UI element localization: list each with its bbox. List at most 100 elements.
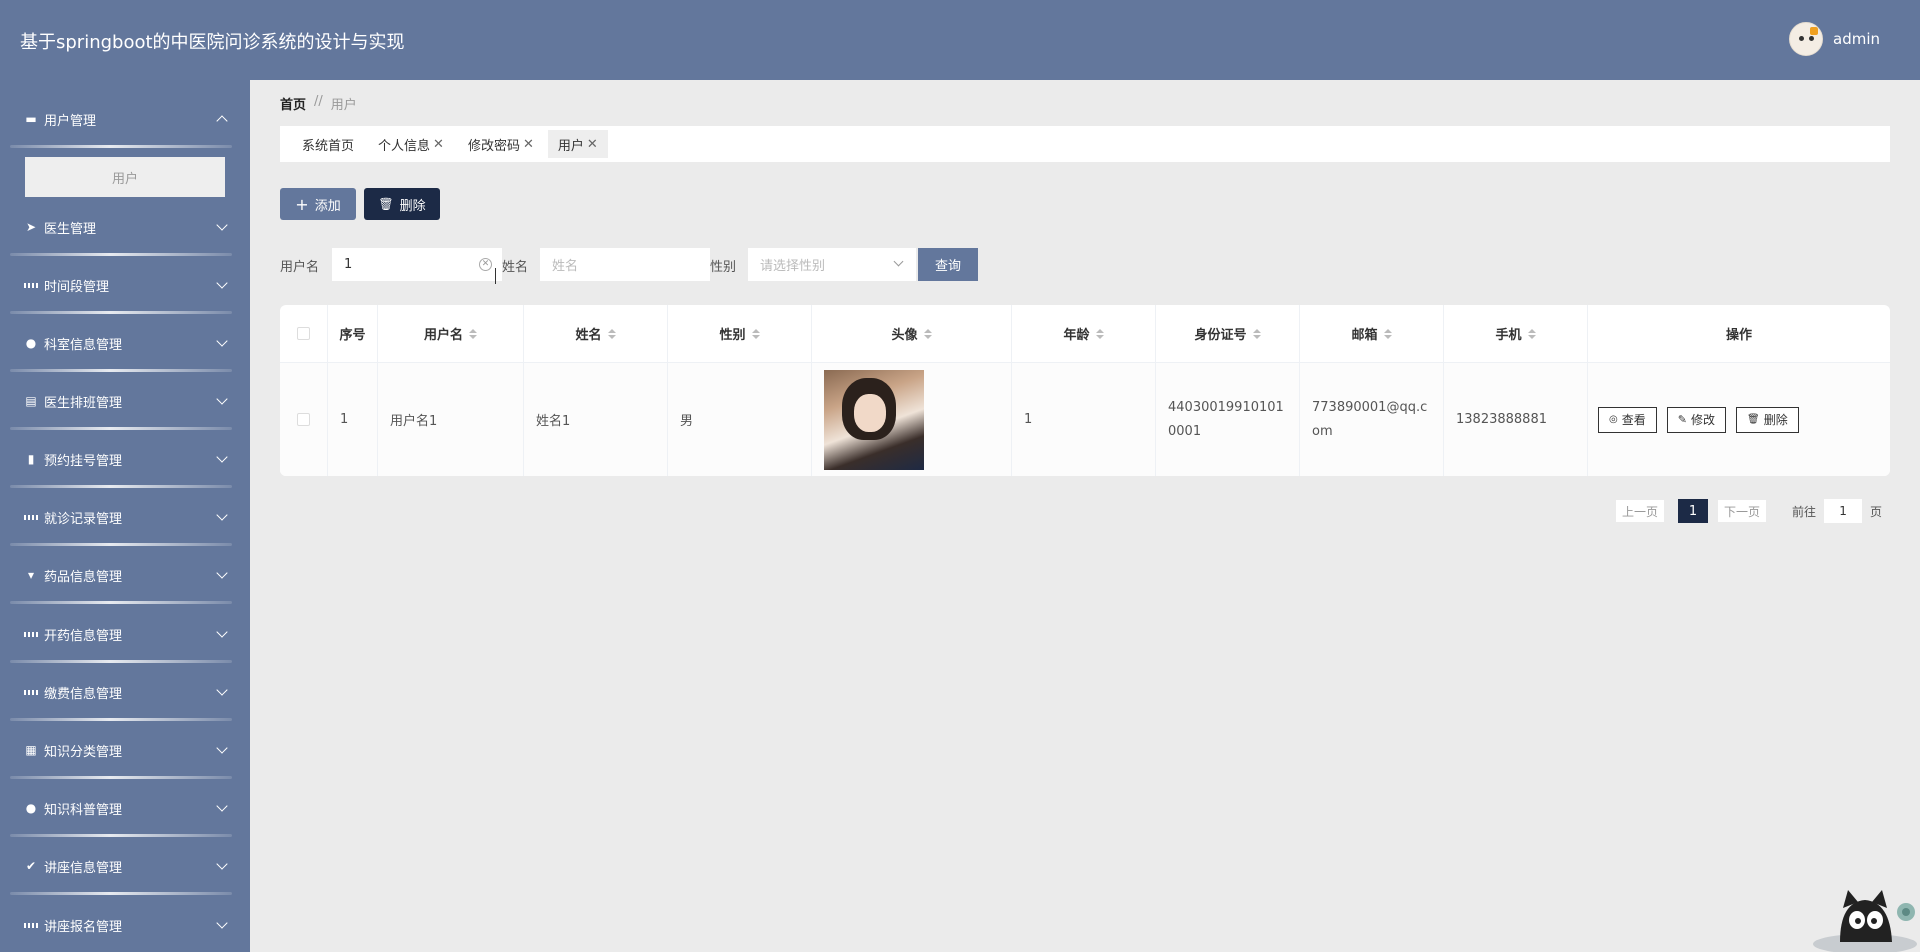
prev-page-button[interactable]: 上一页	[1616, 500, 1665, 522]
chevron-down-icon	[216, 219, 228, 231]
user-menu[interactable]: admin	[1789, 22, 1880, 56]
user-avatar-image[interactable]	[824, 369, 924, 470]
page-number-current[interactable]: 1	[1678, 499, 1709, 523]
column-header-label: 邮箱	[1351, 328, 1378, 343]
menu-divider	[10, 660, 232, 663]
id-number-line: 44030019910101	[1168, 399, 1284, 415]
column-header-label: 操作	[1725, 328, 1752, 343]
row-checkbox[interactable]	[297, 413, 310, 426]
sidebar-item-knowledge-article-management[interactable]: ● 知识科普管理	[0, 783, 250, 833]
username-label[interactable]: admin	[1833, 30, 1880, 48]
row-delete-button[interactable]: 🗑 删除	[1735, 406, 1799, 433]
next-page-button[interactable]: 下一页	[1718, 500, 1767, 522]
chevron-down-icon	[216, 742, 228, 754]
sidebar-item-label: 讲座信息管理	[44, 860, 123, 876]
chevron-down-icon	[216, 626, 228, 638]
tab-change-password[interactable]: 修改密码 ✕	[458, 130, 544, 158]
sort-icon[interactable]	[1383, 328, 1392, 339]
mascot-cat-icon	[1813, 890, 1917, 952]
column-header-name[interactable]: 姓名	[524, 305, 668, 362]
cell-index: 1	[328, 363, 378, 476]
menu-divider	[10, 776, 232, 779]
breadcrumb-current: 用户	[330, 98, 357, 113]
add-button[interactable]: + 添加	[280, 188, 356, 220]
app-title: 基于springboot的中医院问诊系统的设计与实现	[20, 32, 405, 53]
chat-icon: ▬	[25, 112, 37, 126]
edit-button-label: 修改	[1690, 413, 1715, 427]
sort-icon[interactable]	[607, 328, 616, 339]
menu-divider	[10, 834, 232, 837]
sidebar-item-prescription-management[interactable]: 开药信息管理	[0, 609, 250, 659]
sidebar-item-label: 医生排班管理	[44, 395, 123, 411]
clipboard-icon: ✔	[25, 859, 37, 873]
tab-home[interactable]: 系统首页	[292, 130, 364, 158]
sidebar-item-visit-record-management[interactable]: 就诊记录管理	[0, 492, 250, 542]
column-header-index: 序号	[328, 305, 378, 362]
sidebar-item-medicine-management[interactable]: ▾ 药品信息管理	[0, 550, 250, 600]
sidebar-item-time-slot-management[interactable]: 时间段管理	[0, 260, 250, 310]
sort-icon[interactable]	[923, 328, 932, 339]
sidebar-item-payment-management[interactable]: 缴费信息管理	[0, 667, 250, 717]
username-label: 用户名	[280, 260, 320, 275]
tab-user[interactable]: 用户 ✕	[547, 130, 608, 158]
column-header-username[interactable]: 用户名	[378, 305, 524, 362]
user-icon: ●	[25, 801, 37, 815]
eye-icon: ◎	[1609, 414, 1618, 425]
sort-icon[interactable]	[751, 328, 760, 339]
page-unit-label: 页	[1870, 504, 1883, 519]
edit-button[interactable]: ✎ 修改	[1666, 406, 1726, 433]
name-input[interactable]: 姓名	[540, 248, 710, 281]
sidebar-item-lecture-signup-management[interactable]: 讲座报名管理	[0, 900, 250, 950]
breadcrumb-home[interactable]: 首页	[280, 94, 306, 113]
chevron-down-icon	[216, 509, 228, 521]
sort-icon[interactable]	[469, 328, 477, 339]
sort-icon[interactable]	[1252, 328, 1261, 339]
sidebar-subitem-user[interactable]: 用户	[25, 157, 225, 197]
cell-actions: ◎ 查看 ✎ 修改 🗑 删除	[1588, 363, 1890, 476]
sidebar-item-appointment-management[interactable]: ▮ 预约挂号管理	[0, 434, 250, 484]
cell-gender: 男	[668, 363, 812, 476]
tab-profile[interactable]: 个人信息 ✕	[368, 130, 454, 158]
chevron-down-icon	[893, 256, 904, 267]
column-header-id-number[interactable]: 身份证号	[1156, 305, 1300, 362]
sidebar-item-lecture-management[interactable]: ✔ 讲座信息管理	[0, 841, 250, 891]
sidebar-item-user-management[interactable]: ▬ 用户管理	[0, 94, 250, 144]
chevron-down-icon	[216, 393, 228, 405]
cell-avatar	[812, 363, 1012, 476]
row-delete-button-label: 删除	[1763, 413, 1788, 427]
column-header-avatar[interactable]: 头像	[812, 305, 1012, 362]
column-header-gender[interactable]: 性别	[668, 305, 812, 362]
select-all-checkbox[interactable]	[297, 327, 310, 340]
username-input[interactable]: 1 ✕	[332, 248, 502, 281]
grid-icon	[24, 918, 38, 932]
clear-icon[interactable]: ✕	[479, 258, 492, 271]
menu-divider	[10, 427, 232, 430]
column-header-age[interactable]: 年龄	[1012, 305, 1156, 362]
close-icon[interactable]: ✕	[587, 137, 598, 152]
delete-button[interactable]: 🗑 删除	[364, 188, 440, 220]
goto-page-input[interactable]: 1	[1824, 499, 1863, 523]
sort-icon[interactable]	[1095, 328, 1104, 339]
view-button[interactable]: ◎ 查看	[1598, 406, 1657, 433]
query-button[interactable]: 查询	[918, 248, 978, 281]
bar-chart-icon: ▮	[27, 452, 35, 466]
header-checkbox-cell	[280, 305, 328, 362]
close-icon[interactable]: ✕	[433, 137, 444, 152]
sidebar-item-doctor-schedule-management[interactable]: ▤ 医生排班管理	[0, 376, 250, 426]
chevron-down-icon	[216, 335, 228, 347]
chevron-down-icon	[216, 684, 228, 696]
user-avatar[interactable]	[1789, 22, 1823, 56]
column-header-email[interactable]: 邮箱	[1300, 305, 1444, 362]
sidebar-item-label: 就诊记录管理	[44, 511, 123, 527]
sort-icon[interactable]	[1527, 328, 1536, 339]
sidebar-item-label: 药品信息管理	[44, 569, 123, 585]
sidebar-item-doctor-management[interactable]: ➤ 医生管理	[0, 202, 250, 252]
breadcrumb: 首页 // 用户	[280, 94, 357, 113]
column-header-phone[interactable]: 手机	[1444, 305, 1588, 362]
close-icon[interactable]: ✕	[523, 137, 534, 152]
sidebar-item-knowledge-category-management[interactable]: ▦ 知识分类管理	[0, 725, 250, 775]
table-row: 1 用户名1 姓名1 男 1 44030019910101 0001 77389…	[280, 363, 1890, 476]
menu-divider	[10, 892, 232, 895]
gender-select[interactable]: 请选择性别	[748, 248, 916, 281]
sidebar-item-department-management[interactable]: ● 科室信息管理	[0, 318, 250, 368]
